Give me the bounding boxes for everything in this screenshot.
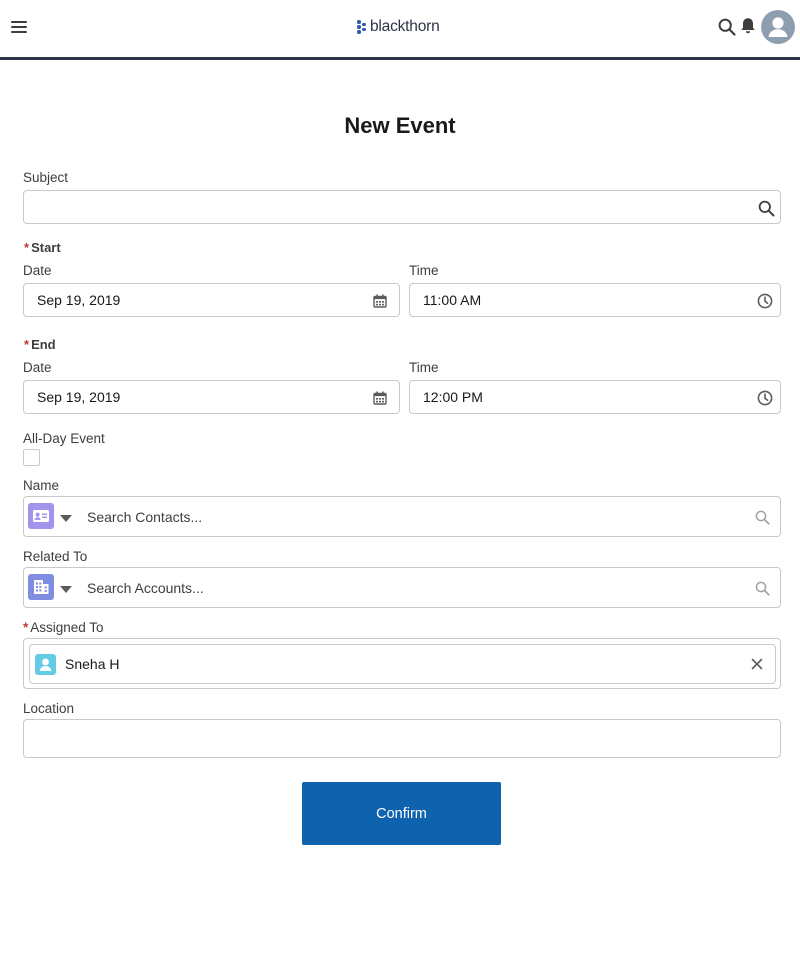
related-to-search-placeholder[interactable]: Search Accounts... — [87, 568, 204, 607]
start-time-input[interactable]: 11:00 AM — [409, 283, 781, 317]
search-icon[interactable] — [758, 200, 775, 217]
end-time-value: 12:00 PM — [423, 389, 483, 405]
clock-icon[interactable] — [757, 390, 773, 406]
confirm-button[interactable]: Confirm — [302, 782, 501, 845]
assigned-user-name: Sneha H — [65, 656, 120, 672]
hamburger-menu-icon[interactable] — [11, 19, 27, 35]
top-bar: blackthorn — [0, 0, 800, 57]
assigned-to-lookup: Sneha H — [23, 638, 781, 689]
location-label: Location — [23, 701, 75, 716]
account-icon — [28, 574, 54, 600]
calendar-icon[interactable] — [373, 294, 387, 308]
user-icon — [35, 654, 56, 675]
search-icon[interactable] — [755, 510, 770, 525]
name-search-placeholder[interactable]: Search Contacts... — [87, 497, 202, 536]
search-icon[interactable] — [718, 18, 736, 36]
clock-icon[interactable] — [757, 293, 773, 309]
related-to-lookup[interactable]: Search Accounts... — [23, 567, 781, 608]
all-day-checkbox[interactable] — [23, 449, 40, 466]
contact-icon — [28, 503, 54, 529]
start-date-input[interactable]: Sep 19, 2019 — [23, 283, 400, 317]
header-divider — [0, 57, 800, 60]
name-label: Name — [23, 478, 60, 493]
start-date-label: Date — [23, 263, 52, 278]
end-label: End — [31, 337, 56, 352]
bell-icon[interactable] — [740, 17, 756, 35]
calendar-icon[interactable] — [373, 391, 387, 405]
location-input[interactable] — [23, 719, 781, 758]
logo-text: blackthorn — [370, 18, 440, 35]
subject-input[interactable] — [23, 190, 781, 224]
search-icon[interactable] — [755, 581, 770, 596]
required-marker: * — [24, 337, 30, 352]
assigned-to-heading: * Assigned To — [23, 620, 104, 635]
chevron-down-icon[interactable] — [60, 586, 72, 593]
page-title: New Event — [344, 113, 456, 138]
end-time-label: Time — [409, 360, 439, 375]
required-marker: * — [23, 620, 29, 635]
chevron-down-icon[interactable] — [60, 515, 72, 522]
logo-mark-icon — [357, 19, 367, 35]
logo: blackthorn — [357, 17, 440, 37]
end-heading: * End — [24, 337, 56, 352]
end-date-label: Date — [23, 360, 52, 375]
start-date-value: Sep 19, 2019 — [37, 292, 121, 308]
start-label: Start — [31, 240, 61, 255]
close-icon[interactable] — [750, 657, 764, 671]
start-heading: * Start — [24, 240, 61, 255]
end-date-value: Sep 19, 2019 — [37, 389, 121, 405]
subject-label: Subject — [23, 170, 69, 185]
related-to-label: Related To — [23, 549, 88, 564]
assigned-to-label: Assigned To — [30, 620, 104, 635]
name-lookup[interactable]: Search Contacts... — [23, 496, 781, 537]
end-time-input[interactable]: 12:00 PM — [409, 380, 781, 414]
all-day-label: All-Day Event — [23, 431, 105, 446]
user-avatar-icon[interactable] — [761, 10, 795, 44]
assigned-user-pill[interactable]: Sneha H — [29, 644, 776, 684]
start-time-label: Time — [409, 263, 439, 278]
start-time-value: 11:00 AM — [423, 292, 482, 308]
required-marker: * — [24, 240, 30, 255]
end-date-input[interactable]: Sep 19, 2019 — [23, 380, 400, 414]
